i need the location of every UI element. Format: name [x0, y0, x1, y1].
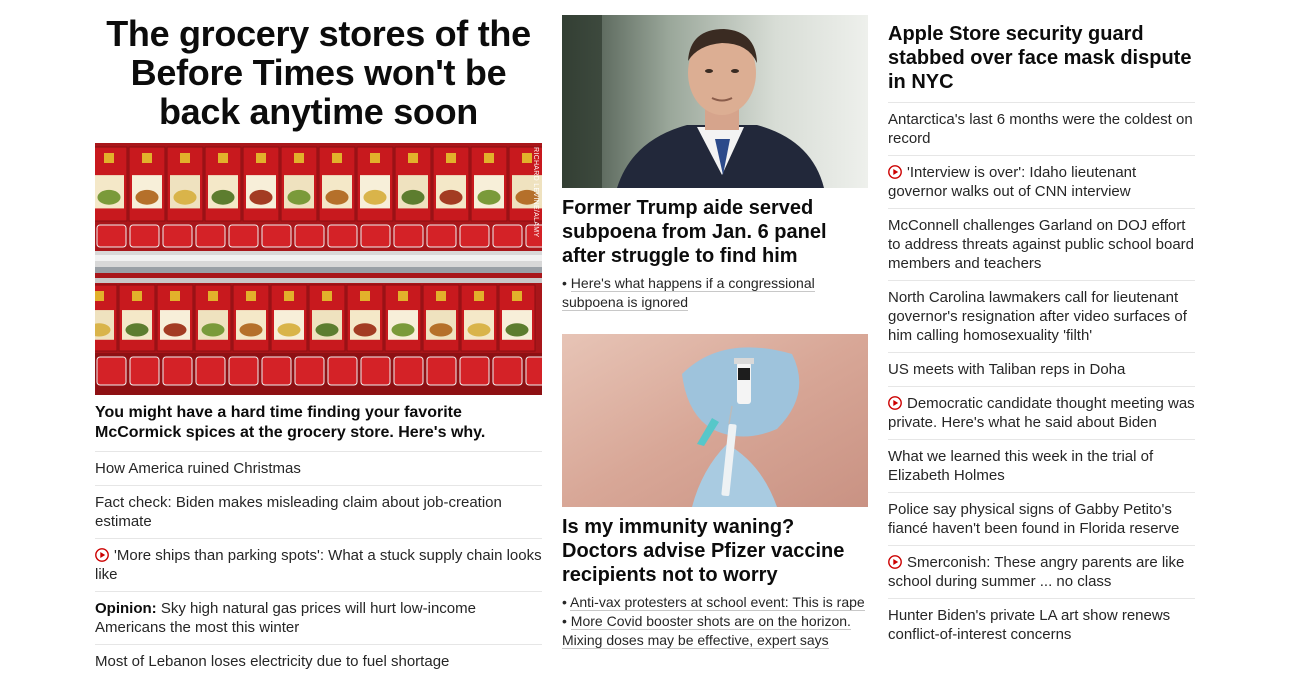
sublink-item: • Anti-vax protesters at school event: T…: [562, 594, 865, 611]
sublink[interactable]: Anti-vax protesters at school event: Thi…: [570, 594, 865, 611]
card-headline-immunity[interactable]: Is my immunity waning? Doctors advise Pf…: [562, 515, 868, 587]
headline-link[interactable]: Hunter Biden's private LA art show renew…: [888, 607, 1170, 643]
headline-link[interactable]: McConnell challenges Garland on DOJ effo…: [888, 217, 1194, 272]
headline-list-item[interactable]: Fact check: Biden makes misleading claim…: [95, 486, 542, 539]
headline-list-item[interactable]: How America ruined Christmas: [95, 452, 542, 486]
headlines-list: Antarctica's last 6 months were the cold…: [888, 103, 1195, 651]
headline-link[interactable]: How America ruined Christmas: [95, 460, 301, 477]
headline-link[interactable]: Smerconish: These angry parents are like…: [888, 554, 1184, 590]
headline-list-item[interactable]: What we learned this week in the trial o…: [888, 440, 1195, 493]
lead-headline[interactable]: The grocery stores of the Before Times w…: [95, 14, 542, 131]
video-play-icon: [888, 165, 902, 179]
headline-link[interactable]: 'Interview is over': Idaho lieutenant go…: [888, 164, 1136, 200]
sublinks-subpoena: • Here's what happens if a congressional…: [562, 274, 868, 312]
headline-link[interactable]: US meets with Taliban reps in Doha: [888, 361, 1125, 378]
lead-caption[interactable]: You might have a hard time finding your …: [95, 403, 542, 452]
headline-list-item[interactable]: Hunter Biden's private LA art show renew…: [888, 599, 1195, 651]
video-play-icon: [888, 396, 902, 410]
video-play-icon: [95, 548, 109, 562]
card-headline-subpoena[interactable]: Former Trump aide served subpoena from J…: [562, 196, 868, 268]
sublink[interactable]: Here's what happens if a congressional s…: [562, 275, 815, 311]
headline-list-item[interactable]: US meets with Taliban reps in Doha: [888, 353, 1195, 387]
headline-link[interactable]: Most of Lebanon loses electricity due to…: [95, 653, 449, 670]
related-headlines-list: How America ruined Christmas Fact check: …: [95, 452, 542, 678]
story-card-subpoena: Former Trump aide served subpoena from J…: [562, 15, 868, 312]
sublinks-immunity: • Anti-vax protesters at school event: T…: [562, 593, 868, 650]
headline-link[interactable]: What we learned this week in the trial o…: [888, 448, 1153, 484]
headline-list-item[interactable]: Most of Lebanon loses electricity due to…: [95, 645, 542, 678]
headline-list-item[interactable]: North Carolina lawmakers call for lieute…: [888, 281, 1195, 353]
headline-link[interactable]: 'More ships than parking spots': What a …: [95, 547, 542, 583]
headline-list-item[interactable]: McConnell challenges Garland on DOJ effo…: [888, 209, 1195, 281]
vaccine-photo[interactable]: [562, 334, 868, 507]
top-headline-apple-store[interactable]: Apple Store security guard stabbed over …: [888, 22, 1195, 103]
image-credit: RICHARD LEVINE/ALAMY: [532, 147, 539, 238]
headline-list-item[interactable]: Smerconish: These angry parents are like…: [888, 546, 1195, 599]
headline-link[interactable]: Democratic candidate thought meeting was…: [888, 395, 1195, 431]
opinion-kicker: Opinion:: [95, 600, 157, 617]
trump-aide-photo[interactable]: [562, 15, 868, 188]
headline-list-item[interactable]: 'Interview is over': Idaho lieutenant go…: [888, 156, 1195, 209]
headline-list-item[interactable]: Democratic candidate thought meeting was…: [888, 387, 1195, 440]
headline-list-item[interactable]: Antarctica's last 6 months were the cold…: [888, 103, 1195, 156]
spice-rack-image[interactable]: RICHARD LEVINE/ALAMY: [95, 143, 542, 395]
headline-link[interactable]: Police say physical signs of Gabby Petit…: [888, 501, 1179, 537]
sublink-item: • More Covid booster shots are on the ho…: [562, 613, 851, 649]
sublink[interactable]: More Covid booster shots are on the hori…: [562, 613, 851, 649]
sublink-item: • Here's what happens if a congressional…: [562, 275, 815, 311]
headline-list-item[interactable]: Police say physical signs of Gabby Petit…: [888, 493, 1195, 546]
right-column: Apple Store security guard stabbed over …: [888, 0, 1195, 651]
portrait-illustration: [562, 15, 868, 188]
headline-list-item[interactable]: Opinion: Sky high natural gas prices wil…: [95, 592, 542, 645]
vaccine-illustration: [562, 334, 868, 507]
headline-list-item[interactable]: 'More ships than parking spots': What a …: [95, 539, 542, 592]
story-card-immunity: Is my immunity waning? Doctors advise Pf…: [562, 334, 868, 650]
headline-link[interactable]: North Carolina lawmakers call for lieute…: [888, 289, 1187, 344]
lead-story-column: The grocery stores of the Before Times w…: [95, 0, 542, 678]
video-play-icon: [888, 555, 902, 569]
headline-link[interactable]: Antarctica's last 6 months were the cold…: [888, 111, 1193, 147]
middle-column: Former Trump aide served subpoena from J…: [562, 0, 868, 650]
spice-rack-illustration: [95, 143, 542, 395]
headline-link[interactable]: Fact check: Biden makes misleading claim…: [95, 494, 502, 530]
